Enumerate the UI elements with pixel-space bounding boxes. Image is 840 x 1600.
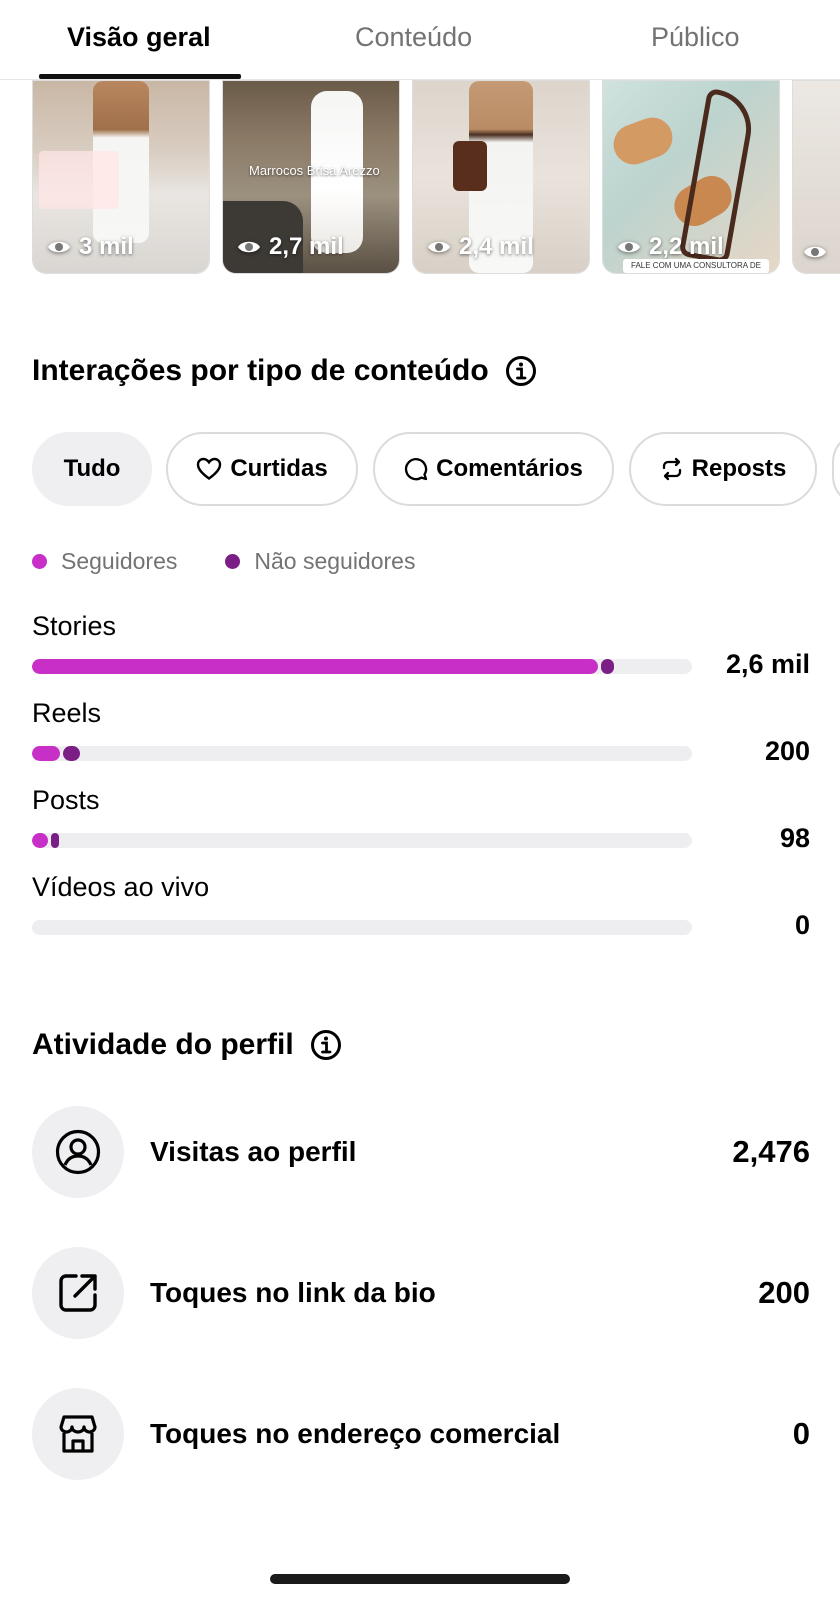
- bar-followers: [32, 659, 598, 674]
- bar-track: [32, 659, 692, 674]
- external-link-icon: [32, 1247, 124, 1339]
- filter-chip-reposts[interactable]: Reposts: [629, 432, 817, 506]
- content-thumbnail[interactable]: 3 mil: [32, 80, 210, 274]
- profile-activity-heading: Atividade do perfil: [32, 1028, 342, 1062]
- activity-value: 2,476: [732, 1134, 810, 1169]
- bar-label: Stories: [32, 611, 117, 641]
- thumbnail-overlay-text: Marrocos Brisa Arezzo: [249, 163, 380, 178]
- bar-row-reels: Reels 200: [32, 698, 810, 782]
- info-icon[interactable]: [310, 1029, 342, 1061]
- bar-followers: [32, 746, 60, 761]
- content-thumbnail[interactable]: [792, 80, 840, 274]
- view-count: 3 mil: [47, 233, 134, 261]
- bar-row-live-videos: Vídeos ao vivo 0: [32, 872, 810, 956]
- bar-row-stories: Stories 2,6 mil: [32, 611, 810, 695]
- filter-chip-likes[interactable]: Curtidas: [166, 432, 358, 506]
- interactions-heading: Interações por tipo de conteúdo: [32, 354, 537, 388]
- bar-track: [32, 920, 692, 935]
- filter-chip-all[interactable]: Tudo: [32, 432, 152, 506]
- bar-non-followers: [601, 659, 614, 674]
- activity-value: 200: [758, 1275, 810, 1310]
- legend-followers: Seguidores: [32, 548, 177, 575]
- home-indicator[interactable]: [270, 1574, 570, 1584]
- eye-icon: [618, 241, 640, 253]
- storefront-icon: [32, 1388, 124, 1480]
- chart-legend: Seguidores Não seguidores: [32, 548, 415, 575]
- bar-value: 98: [779, 823, 810, 853]
- active-tab-indicator: [39, 74, 241, 79]
- info-icon[interactable]: [505, 355, 537, 387]
- content-thumbnail[interactable]: Marrocos Brisa Arezzo 2,7 mil: [222, 80, 400, 274]
- insights-page: Visão geral Conteúdo Público 3 mil Marro…: [0, 0, 840, 1600]
- non-followers-dot: [225, 554, 241, 569]
- bar-value: 0: [794, 910, 810, 940]
- followers-dot: [32, 554, 47, 569]
- heart-icon: [197, 457, 222, 480]
- activity-row-bio-link-taps[interactable]: Toques no link da bio 200: [32, 1247, 810, 1339]
- comment-bubble-icon: [405, 458, 428, 481]
- user-circle-icon: [32, 1106, 124, 1198]
- eye-icon: [238, 241, 260, 253]
- eye-icon: [804, 246, 826, 258]
- view-count: 2,2 mil: [617, 233, 724, 261]
- bar-non-followers: [63, 746, 80, 761]
- activity-label: Visitas ao perfil: [150, 1136, 357, 1167]
- bar-non-followers: [51, 833, 59, 848]
- bar-row-posts: Posts 98: [32, 785, 810, 869]
- bar-followers: [32, 833, 48, 848]
- repost-icon: [662, 457, 681, 481]
- filter-chip-comments[interactable]: Comentários: [373, 432, 614, 506]
- bar-label: Vídeos ao vivo: [32, 872, 210, 902]
- activity-row-business-address-taps[interactable]: Toques no endereço comercial 0: [32, 1388, 810, 1480]
- tab-content[interactable]: Conteúdo: [355, 22, 472, 62]
- activity-row-profile-visits[interactable]: Visitas ao perfil 2,476: [32, 1106, 810, 1198]
- thumbnail-banner: FALE COM UMA CONSULTORA DE VENDAS!: [623, 259, 769, 273]
- tab-overview[interactable]: Visão geral: [67, 22, 211, 62]
- bar-label: Reels: [32, 698, 102, 728]
- bar-value: 2,6 mil: [725, 649, 810, 679]
- view-count: [803, 243, 827, 261]
- activity-label: Toques no link da bio: [150, 1277, 436, 1308]
- filter-chip-more[interactable]: [832, 432, 840, 506]
- tab-audience[interactable]: Público: [651, 22, 740, 62]
- bar-value: 200: [764, 736, 810, 766]
- bar-track: [32, 833, 692, 848]
- content-thumbnail[interactable]: 2,2 mil FALE COM UMA CONSULTORA DE VENDA…: [602, 80, 780, 274]
- activity-value: 0: [792, 1416, 810, 1451]
- legend-non-followers: Não seguidores: [225, 548, 415, 575]
- top-content-carousel: 3 mil Marrocos Brisa Arezzo 2,7 mil 2,4 …: [32, 80, 840, 276]
- activity-label: Toques no endereço comercial: [150, 1418, 561, 1449]
- bar-label: Posts: [32, 785, 100, 815]
- tab-bar: Visão geral Conteúdo Público: [0, 0, 840, 80]
- eye-icon: [428, 241, 450, 253]
- eye-icon: [48, 241, 70, 253]
- caption-note: [39, 151, 119, 209]
- content-thumbnail[interactable]: 2,4 mil: [412, 80, 590, 274]
- view-count: 2,7 mil: [237, 233, 344, 261]
- bar-track: [32, 746, 692, 761]
- view-count: 2,4 mil: [427, 233, 534, 261]
